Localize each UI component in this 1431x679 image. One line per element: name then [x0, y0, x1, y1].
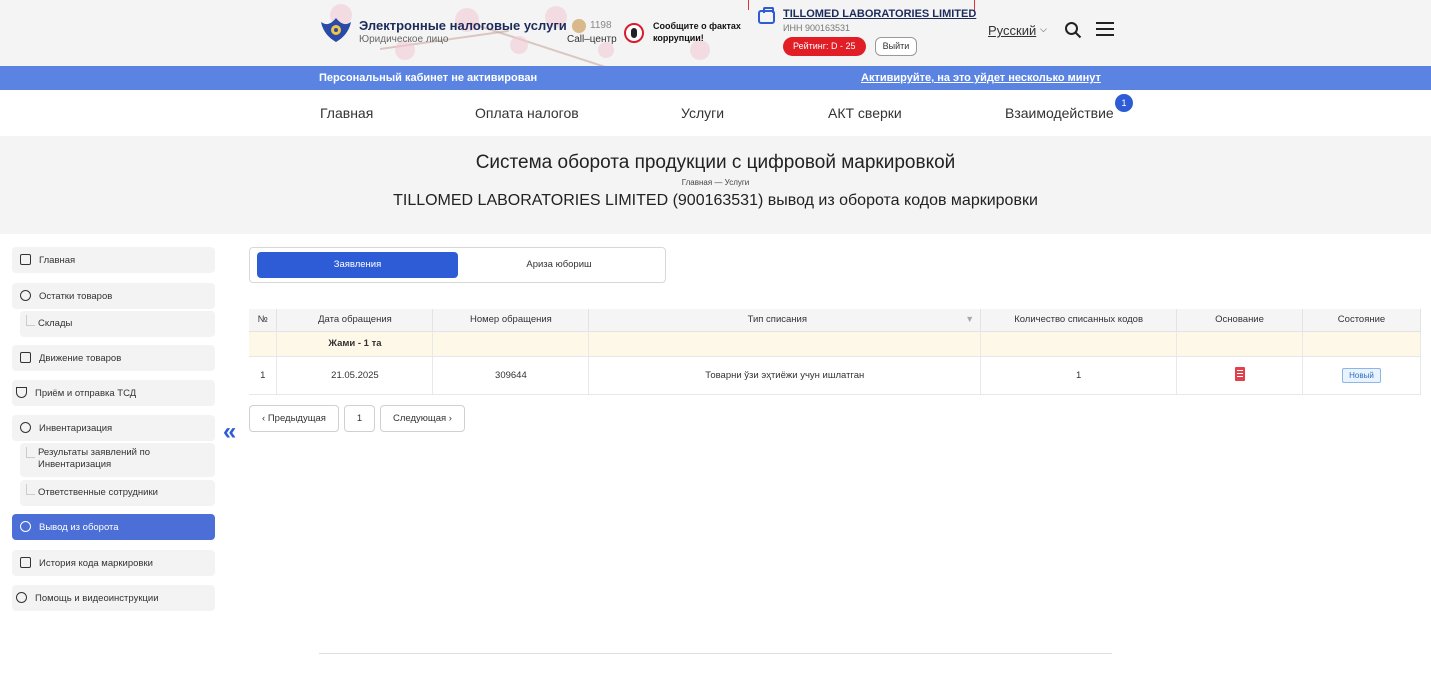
corruption-report-link[interactable]: Сообщите о фактах коррупции! — [653, 20, 743, 44]
column-header-status[interactable]: Состояние — [1302, 309, 1421, 332]
sidebar-item-label: Вывод из оборота — [39, 522, 119, 533]
sidebar-item-movement[interactable]: Движение товаров — [12, 345, 215, 371]
blossom — [510, 36, 528, 54]
nav-tax-payment[interactable]: Оплата налогов — [475, 105, 579, 121]
sidebar-item-stock[interactable]: Остатки товаров — [12, 283, 215, 309]
main-navigation: Главная Оплата налогов Услуги АКТ сверки… — [0, 90, 1431, 136]
sidebar-item-home[interactable]: Главная — [12, 247, 215, 273]
company-inn: ИНН 900163531 — [783, 23, 851, 33]
column-header-date[interactable]: Дата обращения — [276, 309, 434, 332]
cell-basis — [1176, 356, 1304, 395]
cell-request-number: 309644 — [432, 356, 590, 395]
sidebar-item-inventory[interactable]: Инвентаризация — [12, 415, 215, 441]
call-number[interactable]: 1198 — [590, 20, 612, 31]
activation-banner: Персональный кабинет не активирован Акти… — [0, 66, 1431, 90]
sidebar-item-help[interactable]: Помощь и видеоинструкции — [12, 585, 215, 611]
sidebar-item-label: Остатки товаров — [39, 291, 113, 302]
tab-bar: Заявления Ариза юбориш — [249, 247, 666, 283]
column-header-writeoff-type[interactable]: Тип списания ▼ — [588, 309, 982, 332]
search-icon[interactable] — [1064, 21, 1082, 39]
breadcrumb[interactable]: Главная — Услуги — [0, 178, 1431, 187]
top-header: Электронные налоговые услуги Юридическое… — [0, 0, 1431, 66]
activation-status-text: Персональный кабинет не активирован — [319, 72, 538, 84]
sidebar-item-label: Движение товаров — [39, 353, 122, 364]
column-header-basis: Основание — [1176, 309, 1304, 332]
column-header-number: № — [249, 309, 278, 332]
history-icon — [20, 557, 31, 568]
sidebar-item-label: Результаты заявлений по Инвентаризация — [38, 447, 151, 470]
grid-icon — [20, 352, 31, 363]
call-center-label: Call–центр — [567, 34, 617, 45]
pagination-prev-button[interactable]: ‹ Предыдущая — [249, 405, 339, 432]
sidebar-item-label: История кода маркировки — [39, 558, 153, 569]
dashboard-icon — [20, 254, 31, 265]
logout-button[interactable]: Выйти — [875, 37, 917, 56]
phone-icon — [572, 19, 586, 33]
nav-home[interactable]: Главная — [320, 105, 373, 121]
nav-interaction[interactable]: Взаимодействие — [1005, 105, 1114, 121]
language-selector[interactable]: Русский — [988, 23, 1036, 38]
sidebar-item-withdrawal[interactable]: Вывод из оборота — [12, 514, 215, 540]
sidebar-item-warehouses[interactable]: Склады — [20, 311, 215, 337]
column-header-label: Тип списания — [747, 314, 807, 326]
hamburger-menu-icon[interactable] — [1096, 22, 1114, 36]
briefcase-icon — [758, 7, 775, 24]
tab-submit-application[interactable]: Ариза юбориш — [458, 252, 660, 278]
page-heading: Система оборота продукции с цифровой мар… — [0, 136, 1431, 234]
status-badge: Новый — [1342, 367, 1381, 383]
cell-number: 1 — [249, 356, 278, 395]
sidebar-item-label: Ответственные сотрудники — [38, 487, 158, 498]
cell-writeoff-type: Товарни ўзи эҳтиёжи учун ишлатган — [588, 356, 982, 395]
magnifier-icon — [20, 422, 31, 433]
collapse-sidebar-icon[interactable]: « — [223, 418, 236, 446]
table-header-row: № Дата обращения Номер обращения Тип спи… — [249, 309, 1421, 332]
shield-icon — [16, 387, 27, 398]
applications-table: № Дата обращения Номер обращения Тип спи… — [249, 309, 1421, 395]
withdraw-icon — [20, 521, 31, 532]
eagle-logo-icon[interactable] — [319, 14, 353, 46]
corruption-hand-icon[interactable] — [624, 23, 644, 43]
divider — [748, 0, 749, 10]
pdf-document-icon[interactable] — [1234, 366, 1245, 381]
boxes-icon — [20, 290, 31, 301]
sidebar-item-label: Главная — [39, 255, 76, 266]
table-group-row: Жами - 1 та — [249, 331, 1421, 357]
page-title: Система оборота продукции с цифровой мар… — [475, 152, 956, 173]
sidebar-item-label: Помощь и видеоинструкции — [35, 593, 159, 604]
footer-divider — [319, 653, 1112, 654]
pagination-next-button[interactable]: Следующая › — [380, 405, 465, 432]
sidebar-item-label: Склады — [38, 318, 73, 329]
chevron-down-icon[interactable]: ⌵ — [1040, 24, 1047, 35]
company-name-link[interactable]: TILLOMED LABORATORIES LIMITED — [783, 8, 976, 20]
sidebar-item-code-history[interactable]: История кода маркировки — [12, 550, 215, 576]
tab-applications[interactable]: Заявления — [257, 252, 458, 278]
cell-codes-count: 1 — [980, 356, 1178, 395]
brand-title[interactable]: Электронные налоговые услуги — [359, 18, 567, 33]
group-total-label: Жами - 1 та — [276, 331, 434, 357]
filter-icon[interactable]: ▼ — [965, 314, 974, 324]
column-header-codes-count[interactable]: Количество списанных кодов — [980, 309, 1178, 332]
activate-link[interactable]: Активируйте, на это уйдет несколько мину… — [861, 72, 1101, 84]
sidebar-item-inventory-results[interactable]: Результаты заявлений по Инвентаризация — [20, 443, 215, 477]
rating-badge[interactable]: Рейтинг: D - 25 — [783, 37, 866, 56]
page-subtitle: TILLOMED LABORATORIES LIMITED (900163531… — [393, 192, 1038, 209]
sidebar-item-label: Приём и отправка ТСД — [35, 388, 137, 399]
nav-reconciliation-act[interactable]: АКТ сверки — [828, 105, 902, 121]
sidebar-item-tsd[interactable]: Приём и отправка ТСД — [12, 380, 215, 406]
sidebar-item-label: Инвентаризация — [39, 423, 113, 434]
pagination-page-button[interactable]: 1 — [344, 405, 375, 432]
sidebar-item-responsible-staff[interactable]: Ответственные сотрудники — [20, 480, 215, 506]
notification-badge[interactable]: 1 — [1115, 94, 1133, 112]
cell-status: Новый — [1302, 356, 1421, 395]
nav-services[interactable]: Услуги — [681, 105, 724, 121]
brand-subtitle: Юридическое лицо — [359, 34, 449, 45]
cell-date: 21.05.2025 — [276, 356, 434, 395]
column-header-request-number[interactable]: Номер обращения — [432, 309, 590, 332]
info-icon — [16, 592, 27, 603]
table-row[interactable]: 1 21.05.2025 309644 Товарни ўзи эҳтиёжи … — [249, 356, 1421, 395]
